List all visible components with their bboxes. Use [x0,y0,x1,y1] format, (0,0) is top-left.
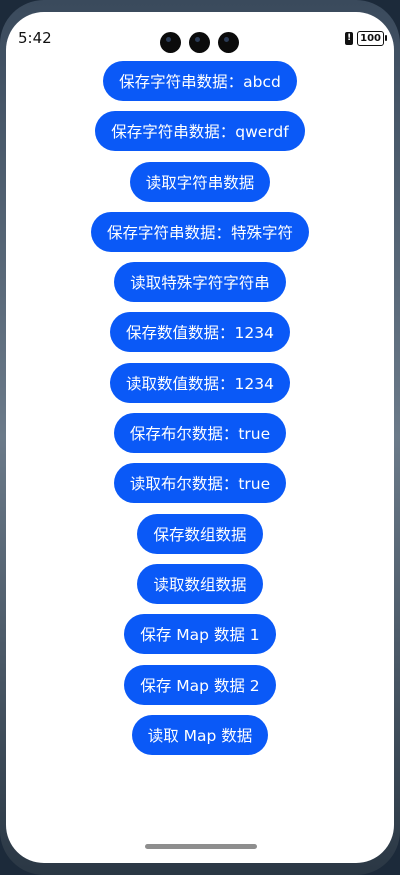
read-special-string-button[interactable]: 读取特殊字符字符串 [114,262,286,303]
status-time: 5:42 [18,29,52,47]
phone-frame: 5:42 ! 100 保存字符串数据：abcd 保存字符串数据：qwerdf 读… [0,0,400,875]
status-bar: 5:42 ! 100 [6,12,394,54]
screen: 5:42 ! 100 保存字符串数据：abcd 保存字符串数据：qwerdf 读… [6,12,394,863]
alert-icon: ! [345,32,354,45]
camera-lens-icon [160,32,181,53]
read-array-button[interactable]: 读取数组数据 [137,563,263,604]
camera-lens-icon [218,32,239,53]
button-list: 保存字符串数据：abcd 保存字符串数据：qwerdf 读取字符串数据 保存字符… [6,61,394,765]
save-boolean-button[interactable]: 保存布尔数据：true [113,413,287,454]
save-string-qwerdf-button[interactable]: 保存字符串数据：qwerdf [95,111,305,152]
camera-cutout [160,32,239,53]
status-icons: ! 100 [345,31,387,46]
read-number-button[interactable]: 读取数值数据：1234 [110,362,290,403]
save-map-1-button[interactable]: 保存 Map 数据 1 [124,614,276,655]
camera-lens-icon [189,32,210,53]
read-map-button[interactable]: 读取 Map 数据 [131,714,269,755]
battery-icon: 100 [357,31,387,46]
read-string-button[interactable]: 读取字符串数据 [129,161,271,202]
save-special-string-button[interactable]: 保存字符串数据：特殊字符 [90,211,309,252]
battery-level: 100 [360,33,381,44]
read-boolean-button[interactable]: 读取布尔数据：true [113,463,287,504]
save-array-button[interactable]: 保存数组数据 [137,513,263,554]
save-map-2-button[interactable]: 保存 Map 数据 2 [124,664,276,705]
save-string-abcd-button[interactable]: 保存字符串数据：abcd [103,61,297,101]
save-number-button[interactable]: 保存数值数据：1234 [110,312,290,353]
home-indicator[interactable] [145,844,257,849]
